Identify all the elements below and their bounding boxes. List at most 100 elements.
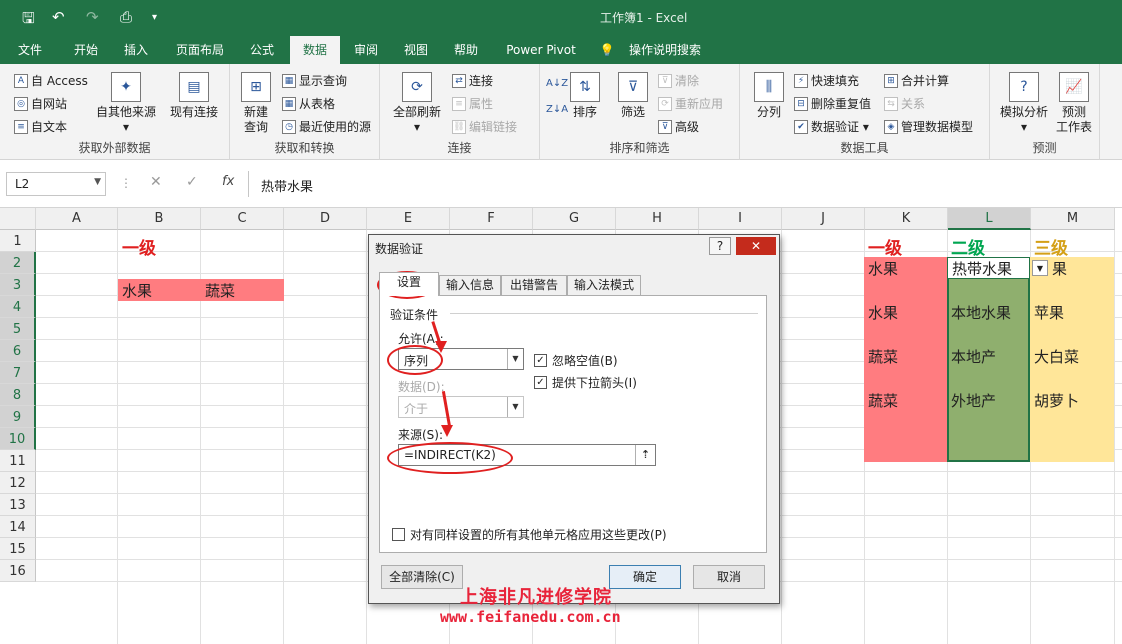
cell-k2[interactable]: 水果 [864, 257, 947, 279]
sort-button[interactable]: ⇅ 排序 [568, 72, 602, 120]
row-header-5[interactable]: 5 [0, 318, 36, 340]
from-access-button[interactable]: A自 Access [14, 72, 88, 89]
chevron-down-icon[interactable]: ▼ [94, 177, 101, 187]
connections-button[interactable]: ⇄ 连接 [452, 72, 493, 89]
sort-az-icon[interactable]: A↓Z [546, 78, 568, 89]
collapse-dialog-icon[interactable]: ⇡ [635, 445, 655, 465]
relationships-button[interactable]: ⇆ 关系 [884, 95, 925, 112]
forecast-sheet-button[interactable]: 📈 预测 工作表 [1052, 72, 1096, 135]
row-header-15[interactable]: 15 [0, 538, 36, 560]
row-header-4[interactable]: 4 [0, 296, 36, 318]
row-header-13[interactable]: 13 [0, 494, 36, 516]
formula-input[interactable]: 热带水果 [248, 171, 1118, 197]
row-header-8[interactable]: 8 [0, 384, 36, 406]
insert-function-icon[interactable]: fx [222, 174, 234, 189]
tab-error-alert[interactable]: 出错警告 [501, 275, 567, 295]
tab-ime-mode[interactable]: 输入法模式 [567, 275, 641, 295]
column-header-a[interactable]: A [36, 208, 118, 230]
cell-c3[interactable]: 蔬菜 [201, 279, 284, 301]
column-header-l[interactable]: L [948, 208, 1031, 230]
column-header-c[interactable]: C [201, 208, 284, 230]
tab-insert[interactable]: 插入 [114, 36, 158, 64]
existing-connections-button[interactable]: ▤ 现有连接 [166, 72, 222, 120]
cell-m6[interactable]: 大白菜 [1030, 345, 1114, 367]
name-box[interactable]: L2 ▼ [6, 172, 106, 196]
advanced-button[interactable]: ⊽ 高级 [658, 118, 699, 135]
cell-l1[interactable]: 二级 [947, 235, 1030, 259]
reapply-button[interactable]: ⟳ 重新应用 [658, 95, 723, 112]
from-other-button[interactable]: ✦ 自其他来源 ▾ [94, 72, 158, 135]
cell-l2-active[interactable]: 热带水果 [947, 257, 1030, 279]
clear-button[interactable]: ⊽ 清除 [658, 72, 699, 89]
tab-view[interactable]: 视图 [396, 36, 436, 64]
row-header-14[interactable]: 14 [0, 516, 36, 538]
column-header-k[interactable]: K [865, 208, 948, 230]
chevron-down-icon[interactable]: ▼ [507, 397, 523, 417]
tab-file[interactable]: 文件 [8, 36, 52, 64]
save-icon[interactable]: 🖫 [22, 8, 35, 33]
cell-l8[interactable]: 外地产 [947, 389, 1030, 411]
from-table-button[interactable]: ▦ 从表格 [282, 95, 335, 112]
cell-m2[interactable]: 果 [1048, 257, 1114, 279]
row-header-7[interactable]: 7 [0, 362, 36, 384]
filter-button[interactable]: ⊽ 筛选 [616, 72, 650, 120]
sort-za-icon[interactable]: Z↓A [546, 104, 568, 115]
cancel-button[interactable]: 取消 [693, 565, 765, 589]
remove-duplicates-button[interactable]: ⊟ 删除重复值 [794, 95, 871, 112]
column-header-m[interactable]: M [1031, 208, 1115, 230]
cell-m8[interactable]: 胡萝卜 [1030, 389, 1114, 411]
cell-dropdown-arrow-icon[interactable]: ▼ [1032, 260, 1048, 276]
row-header-11[interactable]: 11 [0, 450, 36, 472]
cell-k8[interactable]: 蔬菜 [864, 389, 947, 411]
cancel-formula-icon[interactable]: ✕ [150, 174, 162, 190]
cell-l4[interactable]: 本地水果 [947, 301, 1030, 323]
print-preview-icon[interactable]: ⎙ [120, 8, 132, 26]
consolidate-button[interactable]: ⊞ 合并计算 [884, 72, 949, 89]
close-icon[interactable]: ✕ [736, 237, 776, 255]
refresh-all-button[interactable]: ⟳ 全部刷新 ▾ [388, 72, 446, 135]
clear-all-button[interactable]: 全部清除(C) [381, 565, 463, 589]
row-header-1[interactable]: 1 [0, 230, 36, 252]
cell-k6[interactable]: 蔬菜 [864, 345, 947, 367]
from-web-button[interactable]: ◎ 自网站 [14, 95, 67, 112]
enter-formula-icon[interactable]: ✓ [186, 174, 198, 190]
what-if-button[interactable]: ? 模拟分析 ▾ [996, 72, 1052, 135]
tab-formulas[interactable]: 公式 [240, 36, 284, 64]
select-all-corner[interactable] [0, 208, 36, 230]
properties-button[interactable]: ≡ 属性 [452, 95, 493, 112]
ok-button[interactable]: 确定 [609, 565, 681, 589]
data-select[interactable]: 介于 ▼ [398, 396, 524, 418]
cell-k4[interactable]: 水果 [864, 301, 947, 323]
column-header-d[interactable]: D [284, 208, 367, 230]
cell-m1[interactable]: 三级 [1030, 235, 1114, 259]
column-header-b[interactable]: B [118, 208, 201, 230]
undo-icon[interactable]: ↶ [52, 8, 65, 26]
dropdown-arrow-checkbox[interactable]: ✓ 提供下拉箭头(I) [534, 374, 637, 391]
customize-icon[interactable]: ▾ [152, 12, 157, 23]
cell-b3[interactable]: 水果 [118, 279, 201, 301]
column-header-g[interactable]: G [533, 208, 616, 230]
row-header-3[interactable]: 3 [0, 274, 36, 296]
row-header-16[interactable]: 16 [0, 560, 36, 582]
tab-review[interactable]: 审阅 [344, 36, 388, 64]
from-text-button[interactable]: ≡ 自文本 [14, 118, 67, 135]
tab-tell-me[interactable]: 操作说明搜索 [624, 36, 706, 64]
column-header-e[interactable]: E [367, 208, 450, 230]
tab-settings[interactable]: 设置 [379, 272, 439, 296]
column-header-j[interactable]: J [782, 208, 865, 230]
data-validation-button[interactable]: ✔ 数据验证 ▾ [794, 118, 869, 135]
tab-help[interactable]: 帮助 [446, 36, 486, 64]
row-header-9[interactable]: 9 [0, 406, 36, 428]
apply-all-checkbox[interactable]: 对有同样设置的所有其他单元格应用这些更改(P) [392, 526, 667, 543]
splitter-icon[interactable]: ⋮ [120, 176, 132, 190]
redo-icon[interactable]: ↷ [86, 8, 99, 26]
text-to-columns-button[interactable]: ⫼ 分列 [750, 72, 788, 120]
row-header-12[interactable]: 12 [0, 472, 36, 494]
column-header-f[interactable]: F [450, 208, 533, 230]
ignore-blank-checkbox[interactable]: ✓ 忽略空值(B) [534, 352, 618, 369]
tab-page-layout[interactable]: 页面布局 [168, 36, 232, 64]
recent-sources-button[interactable]: ◷ 最近使用的源 [282, 118, 371, 135]
tab-power-pivot[interactable]: Power Pivot [500, 36, 582, 64]
show-query-button[interactable]: ▦ 显示查询 [282, 72, 347, 89]
row-header-2[interactable]: 2 [0, 252, 36, 274]
